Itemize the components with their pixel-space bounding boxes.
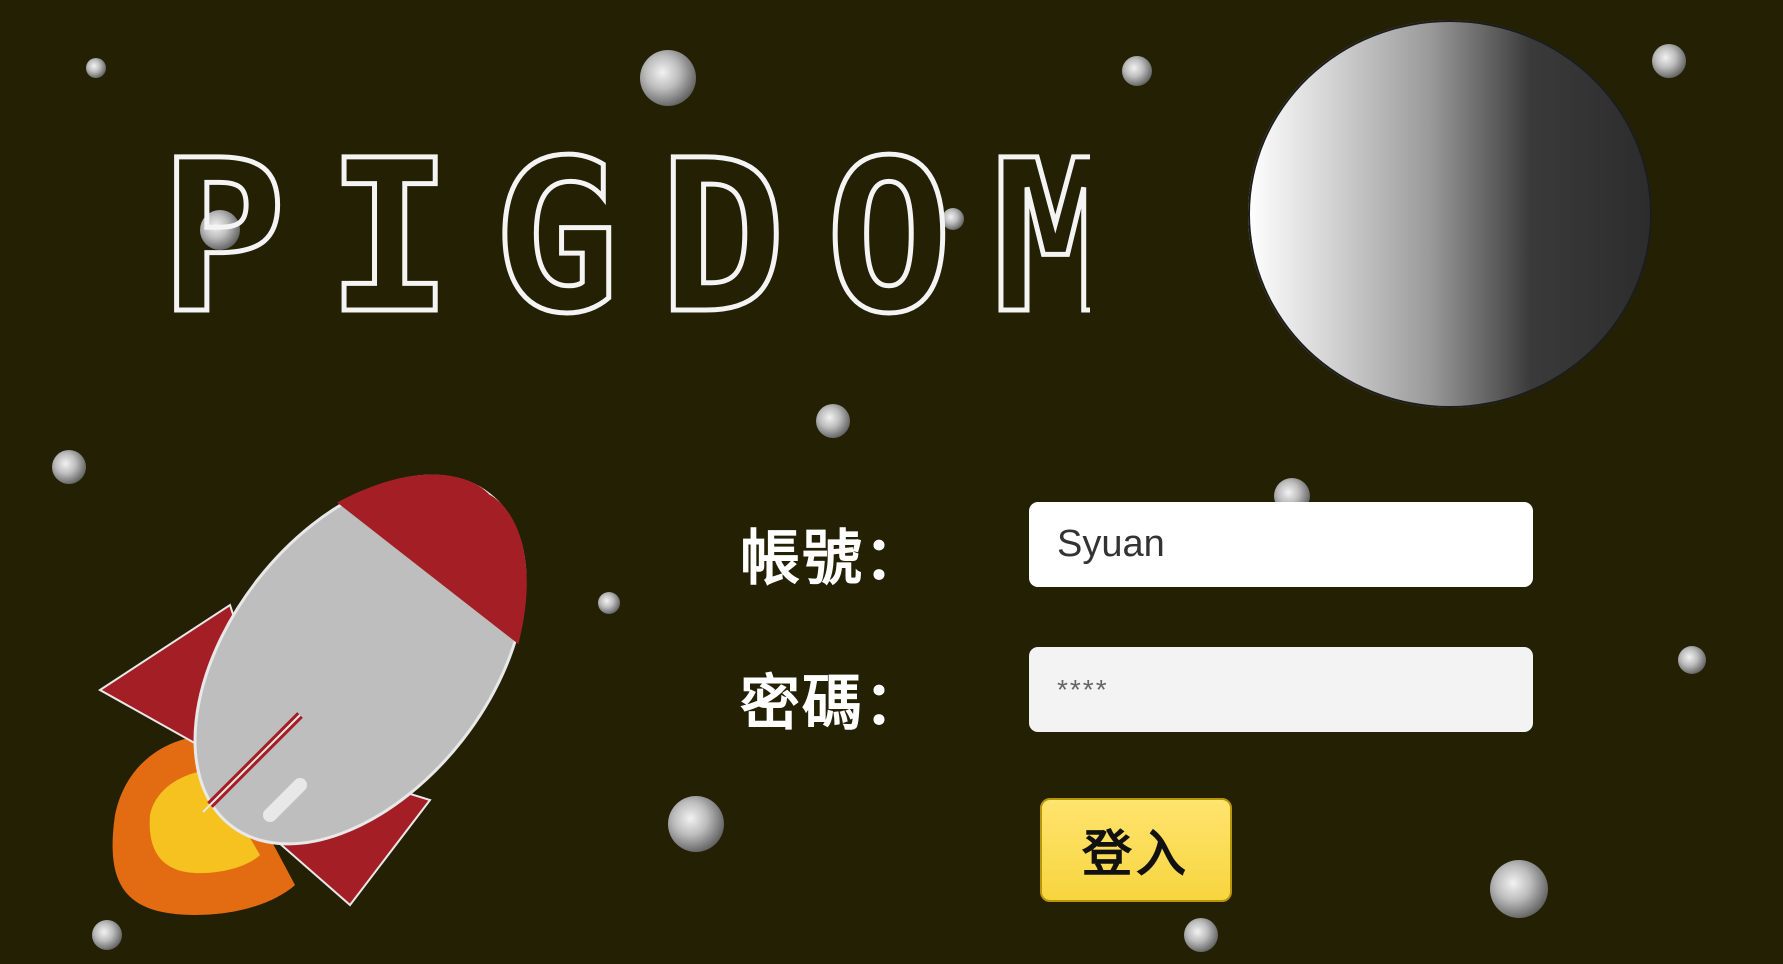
login-button[interactable]: 登入 [1040,798,1232,902]
password-input[interactable] [1029,647,1533,732]
star-dot [1652,44,1686,78]
username-input[interactable] [1029,502,1533,587]
username-label: 帳號： [740,524,926,594]
star-dot [86,58,106,78]
rocket-illustration [98,474,527,915]
star-dot [1184,918,1218,952]
logo-text: PIGDOM [160,115,1090,350]
star-dot [668,796,724,852]
star-dot [1122,56,1152,86]
login-screen: PIGDOM 帳號： 密碼： 登入 [0,0,1783,964]
planet-illustration [1248,20,1652,408]
game-logo: PIGDOM [160,113,1090,351]
star-dot [1490,860,1548,918]
star-dot [816,404,850,438]
star-dot [1678,646,1706,674]
password-label: 密碼： [740,669,926,739]
star-dot [52,450,86,484]
